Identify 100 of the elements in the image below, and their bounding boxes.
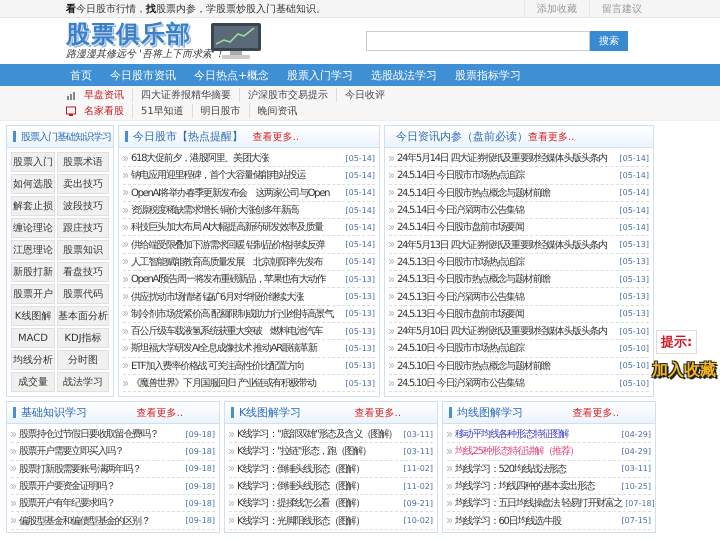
news-link[interactable]: OpenAI将举办春季更新发布会 这两家公司与Open	[131, 186, 342, 200]
news-link[interactable]: 股票开户需要立即买入吗？	[19, 444, 182, 458]
news-date: [05-14]	[346, 154, 375, 163]
news-link[interactable]: 资源税度稀缺需求增长 铜价大涨创多年新高	[131, 203, 342, 218]
news-link[interactable]: 股票持仓过节假日要收取留仓费吗？	[19, 427, 182, 442]
sub-nav-label[interactable]: 早盘资讯	[84, 88, 124, 102]
news-link[interactable]: 股票打新股需要账号满两年吗？	[19, 462, 182, 476]
topic-link[interactable]: 均线分析	[11, 350, 55, 370]
search-button[interactable]: 搜索	[590, 31, 628, 51]
news-link[interactable]: 钠电应用迎里程碑，首个大容量储能电站投运	[131, 168, 342, 182]
news-link[interactable]: K线学习：光脚阳线形态（图解）	[237, 514, 400, 528]
news-link[interactable]: K线学习：倒锤头线形态（图解）	[237, 462, 400, 476]
site-logo[interactable]: 股票俱乐部	[66, 21, 202, 47]
news-date: [11-02]	[404, 482, 433, 491]
bullet-icon	[123, 259, 128, 264]
sub-nav-link[interactable]: 沪深股市交易提示	[239, 88, 328, 102]
news-link[interactable]: 移动平均线各种形态特征图解	[455, 427, 618, 442]
news-link[interactable]: 24.5.14日 今日沪深两市公告集锦	[397, 203, 616, 218]
topic-link[interactable]: MACD	[11, 328, 55, 348]
panel-title: 今日资讯内参（盘前必读）	[396, 129, 528, 144]
news-link[interactable]: 股票开户要资金证明吗？	[19, 479, 182, 494]
topic-link[interactable]: 缠论理论	[11, 218, 55, 238]
sub-nav-link[interactable]: 明日股市	[192, 104, 241, 118]
sub-nav-link[interactable]: 晚间资讯	[248, 104, 298, 118]
news-link[interactable]: 24.5.13日 今日沪深两市公告集锦	[397, 290, 616, 304]
news-link[interactable]: 均线学习：均线四种的基本卖出形态	[455, 479, 618, 494]
news-link[interactable]: 《魔兽世界》下月国服回归 产业链或有积极带动	[131, 376, 342, 390]
news-link[interactable]: 供给端受限叠加下游需求回暖 铝制品价格持续反弹	[131, 238, 342, 252]
bullet-icon	[389, 224, 394, 230]
topic-link[interactable]: KDJ指标	[57, 328, 109, 348]
news-link[interactable]: OpenAI预告周一将发布重磅新品，苹果也有大动作	[131, 272, 342, 286]
news-link[interactable]: 24.5.10日 今日股市市场热点追踪	[397, 341, 616, 356]
sub-nav-link[interactable]: 今日收评	[336, 88, 385, 102]
bullet-icon	[447, 432, 452, 437]
topic-link[interactable]: 基本面分析	[57, 306, 109, 326]
news-link[interactable]: K线学习："底部双雄"形态及含义（图解）	[237, 427, 400, 442]
topic-link[interactable]: 新股打新	[11, 262, 55, 282]
news-link[interactable]: 24.5.10日 今日沪深两市公告集锦	[397, 376, 616, 390]
topic-link[interactable]: 战法学习	[57, 372, 109, 392]
news-link[interactable]: 24.5.10日 今日股市热点概念与题材前瞻	[397, 358, 616, 373]
more-link[interactable]: 查看更多..	[572, 406, 619, 420]
news-link[interactable]: 均线学习：五日均线操盘法 轻易打开财富之	[455, 496, 622, 510]
sub-nav-link[interactable]: 四大证券报精华摘要	[132, 88, 231, 102]
topic-link[interactable]: 看盘技巧	[57, 262, 109, 282]
topic-link[interactable]: 股票开户	[11, 284, 55, 304]
news-date: [04-29]	[622, 446, 651, 456]
news-link[interactable]: 百公斤级车载液氢系统获重大突破 燃料电池汽车	[131, 324, 342, 338]
more-link[interactable]: 查看更多..	[252, 130, 299, 144]
topic-link[interactable]: 股票代码	[57, 284, 109, 304]
news-link[interactable]: ETF加入费率价格战 可关注高性价比配置方向	[131, 358, 342, 373]
bullet-icon	[11, 518, 16, 524]
news-link[interactable]: 均线学习：60日均线选牛股	[455, 514, 618, 528]
bullet-icon	[447, 448, 452, 454]
news-link[interactable]: 斯坦福大学研发AI全息成像技术 推动AR眼镜革新	[131, 341, 342, 356]
news-link[interactable]: 偏股型基金和偏债型基金的区别？	[19, 514, 182, 528]
topic-link[interactable]: 江恩理论	[11, 240, 55, 260]
search-field[interactable]	[366, 31, 590, 51]
sub-nav-link[interactable]: 51早知道	[132, 104, 184, 118]
topic-link[interactable]: 股票术语	[57, 152, 109, 172]
bullet-icon	[389, 190, 394, 196]
news-link[interactable]: K线学习："拉链"形态，跑（图解）	[237, 444, 400, 458]
news-link[interactable]: 24.5.14日 今日股市市场热点追踪	[397, 168, 616, 182]
news-link[interactable]: 24.5.13日 今日股市盘前市场要闻	[397, 306, 616, 321]
news-date: [05-10]	[620, 378, 649, 388]
topic-link[interactable]: 成交量	[11, 372, 55, 392]
news-link[interactable]: 24年5月10日 四大证券报纸及重要财经媒体头版头条内	[397, 324, 616, 338]
news-link[interactable]: 制冷剂市场货紧价高 配额限制或助力行业维持高景气	[131, 306, 342, 321]
news-link[interactable]: 股票开户有年纪要求吗？	[19, 496, 182, 510]
news-link[interactable]: 24.5.13日 今日股市市场热点追踪	[397, 254, 616, 269]
bullet-icon	[123, 190, 128, 196]
topic-link[interactable]: 跟庄技巧	[57, 218, 109, 238]
news-link[interactable]: K线学习：提揉线怎么看（图解）	[237, 496, 400, 510]
news-date: [05-13]	[620, 292, 649, 302]
more-link[interactable]: 查看更多..	[354, 406, 401, 420]
news-link[interactable]: 供应扰动市场情绪 锰矿6月对华报价继续大涨	[131, 290, 342, 304]
news-link[interactable]: 618大促前夕，港股阿里、美团大涨	[131, 151, 342, 166]
panel-title: K线图解学习	[239, 405, 302, 420]
news-date: [09-18]	[186, 430, 215, 439]
news-link[interactable]: K线学习：倒锤头线形态（图解）	[237, 479, 400, 494]
topic-link[interactable]: 波段技巧	[57, 196, 109, 216]
bullet-icon	[123, 294, 128, 300]
topic-link[interactable]: 解套止损	[11, 196, 55, 216]
news-link[interactable]: 人工智能赋能教育高质量发展 北京朝阳率先发布	[131, 254, 342, 269]
topic-link[interactable]: K线图解	[11, 306, 55, 326]
more-link[interactable]: 查看更多..	[136, 406, 183, 420]
news-link[interactable]: 24.5.13日 今日股市热点概念与题材前瞻	[397, 272, 616, 286]
topic-link[interactable]: 如何选股	[11, 174, 55, 194]
more-link[interactable]: 查看更多..	[528, 130, 574, 144]
topic-link[interactable]: 分时图	[57, 350, 109, 370]
sub-nav-label[interactable]: 名家看股	[84, 104, 124, 118]
topic-link[interactable]: 股票知识	[57, 240, 109, 260]
topic-link[interactable]: 卖出技巧	[57, 174, 109, 194]
news-link[interactable]: 均线学习：520均线战法形态	[455, 462, 618, 476]
news-link[interactable]: 24.5.14日 今日股市热点概念与题材前瞻	[397, 186, 616, 200]
news-link[interactable]: 24.5.14日 今日股市盘前市场要闻	[397, 220, 616, 234]
news-link[interactable]: 科技巨头加大布局 AI大幅提高新药研发效率及质量	[131, 220, 342, 234]
news-link[interactable]: 24年5月14日 四大证券报纸及重要财经媒体头版头条内	[397, 151, 616, 166]
topic-link[interactable]: 股票入门	[11, 152, 55, 172]
news-link[interactable]: 24年5月13日 四大证券报纸及重要财经媒体头版头条内	[397, 238, 616, 252]
news-link[interactable]: 均线25种形态特征讲解（推荐）	[455, 444, 618, 458]
